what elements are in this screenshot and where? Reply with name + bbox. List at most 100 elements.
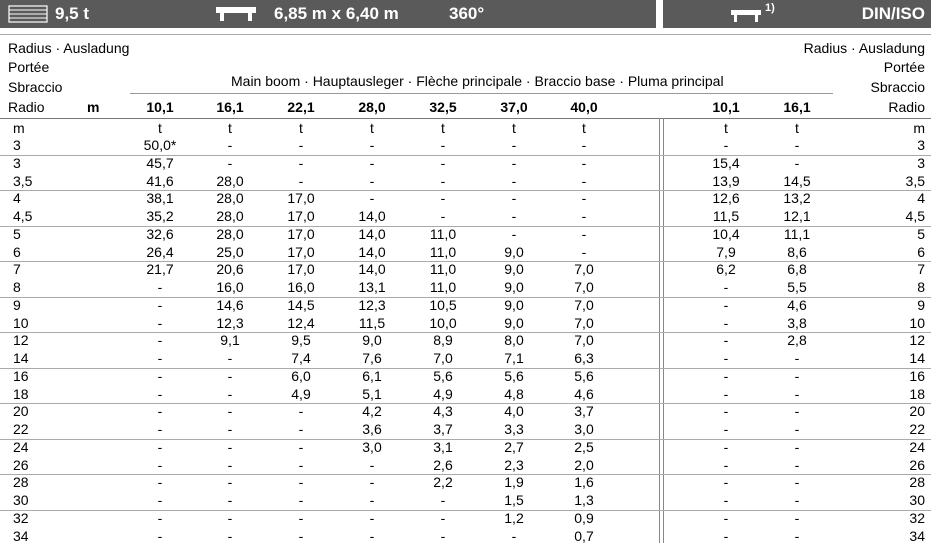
table-cell-main: -	[157, 314, 163, 331]
table-cell-aux: -	[723, 314, 729, 331]
table-cell-main: 7,0	[574, 279, 594, 295]
table-cell-main: -	[298, 154, 304, 171]
table-cell-main: 9,1	[220, 332, 240, 349]
table-cell-aux: -	[723, 137, 729, 153]
table-cell-main: -	[369, 172, 375, 189]
table-cell-main: 3,3	[504, 421, 524, 437]
unit-m-right: m	[913, 120, 925, 136]
radius-label-right-fr: Portée	[883, 59, 925, 75]
table-cell-main: 11,0	[429, 243, 457, 260]
table-cell-main: -	[440, 190, 446, 207]
table-cell-aux: -	[723, 367, 729, 384]
table-cell-main: -	[157, 492, 163, 508]
unit-t: t	[582, 120, 586, 136]
unit-t: t	[228, 120, 232, 136]
table-row-radius: 16	[13, 367, 29, 384]
table-row-radius: 12	[13, 332, 29, 349]
table-cell-main: -	[511, 172, 517, 189]
table-cell-main: -	[298, 456, 304, 473]
table-cell-main: 1,3	[574, 492, 594, 508]
top-rule	[0, 34, 931, 35]
table-cell-aux: 12,6	[712, 190, 740, 207]
unit-t: t	[441, 120, 445, 136]
table-cell-main: -	[227, 456, 233, 473]
table-cell-main: 7,4	[291, 350, 311, 366]
table-cell-main: 1,5	[504, 492, 524, 508]
table-cell-main: 28,0	[216, 225, 244, 242]
table-cell-main: -	[298, 492, 304, 508]
table-cell-main: 35,2	[146, 208, 174, 224]
table-cell-aux: -	[723, 474, 729, 491]
table-cell-main: 12,3	[358, 296, 386, 313]
header-bar-left: 9,5 t 6,85 m x 6,40 m 360°	[0, 0, 656, 28]
unit-t: t	[158, 120, 162, 136]
table-cell-main: 3,7	[574, 403, 594, 420]
table-cell-main: -	[369, 190, 375, 207]
table-cell-main: 0,7	[574, 527, 594, 544]
table-cell-aux: -	[794, 421, 800, 437]
table-row-radius: 34	[13, 527, 29, 544]
table-row-radius: 20	[13, 403, 29, 420]
table-cell-main: 9,0	[362, 332, 382, 349]
boom-length-header: 37,0	[500, 99, 528, 115]
table-cell-main: 9,0	[504, 279, 524, 295]
table-cell-main: 1,9	[504, 474, 524, 491]
table-cell-aux: -	[723, 492, 729, 508]
table-cell-main: -	[227, 438, 233, 455]
table-row-radius-right: 22	[909, 421, 925, 437]
table-cell-main: -	[440, 509, 446, 526]
table-cell-main: -	[511, 190, 517, 207]
table-cell-main: -	[298, 527, 304, 544]
table-cell-main: -	[157, 474, 163, 491]
table-cell-main: 16,0	[287, 279, 315, 295]
table-cell-main: 26,4	[146, 243, 174, 260]
table-cell-aux: 13,2	[783, 190, 811, 207]
table-cell-main: -	[227, 154, 233, 171]
table-cell-main: 7,1	[504, 350, 524, 366]
table-cell-main: 14,0	[358, 225, 386, 242]
table-row-radius: 10	[13, 314, 29, 331]
table-cell-aux: 7,9	[716, 243, 736, 260]
table-cell-main: -	[511, 208, 517, 224]
table-cell-main: -	[369, 492, 375, 508]
boom-length-header: 22,1	[287, 99, 315, 115]
table-cell-main: 14,6	[216, 296, 244, 313]
boom-length-header: 10,1	[146, 99, 174, 115]
boom-length-header: 40,0	[570, 99, 598, 115]
table-row-radius-right: 4,5	[905, 208, 925, 224]
table-cell-main: 4,9	[291, 385, 311, 402]
table-cell-main: 17,0	[287, 190, 315, 207]
table-cell-main: 5,1	[362, 385, 382, 402]
table-cell-aux: 11,1	[783, 225, 811, 242]
table-cell-main: 1,6	[574, 474, 594, 491]
table-row-radius: 6	[13, 243, 21, 260]
main-boom-rule	[130, 93, 833, 94]
table-cell-main: 16,0	[216, 279, 244, 295]
table-cell-main: -	[581, 243, 587, 260]
table-cell-main: 4,9	[433, 385, 453, 402]
table-cell-main: 17,0	[287, 208, 315, 224]
table-cell-main: -	[157, 421, 163, 437]
table-cell-main: -	[227, 350, 233, 366]
table-cell-main: -	[298, 403, 304, 420]
table-cell-aux: -	[794, 350, 800, 366]
table-cell-aux: -	[723, 385, 729, 402]
table-row-radius-right: 12	[909, 332, 925, 349]
table-cell-main: 21,7	[146, 261, 174, 278]
table-cell-main: -	[440, 172, 446, 189]
table-cell-main: -	[440, 154, 446, 171]
row-group-separator	[0, 332, 931, 333]
table-cell-main: 14,0	[358, 243, 386, 260]
table-row-radius: 24	[13, 438, 29, 455]
table-cell-main: -	[440, 137, 446, 153]
table-cell-main: -	[369, 154, 375, 171]
table-cell-main: 2,3	[504, 456, 524, 473]
table-cell-main: 7,0	[574, 314, 594, 331]
table-cell-main: 6,0	[291, 367, 311, 384]
table-cell-main: 17,0	[287, 225, 315, 242]
table-cell-main: 28,0	[216, 190, 244, 207]
table-cell-main: 8,0	[504, 332, 524, 349]
table-row-radius: 32	[13, 509, 29, 526]
table-cell-aux: -	[794, 474, 800, 491]
boom-length-header: 32,5	[429, 99, 457, 115]
